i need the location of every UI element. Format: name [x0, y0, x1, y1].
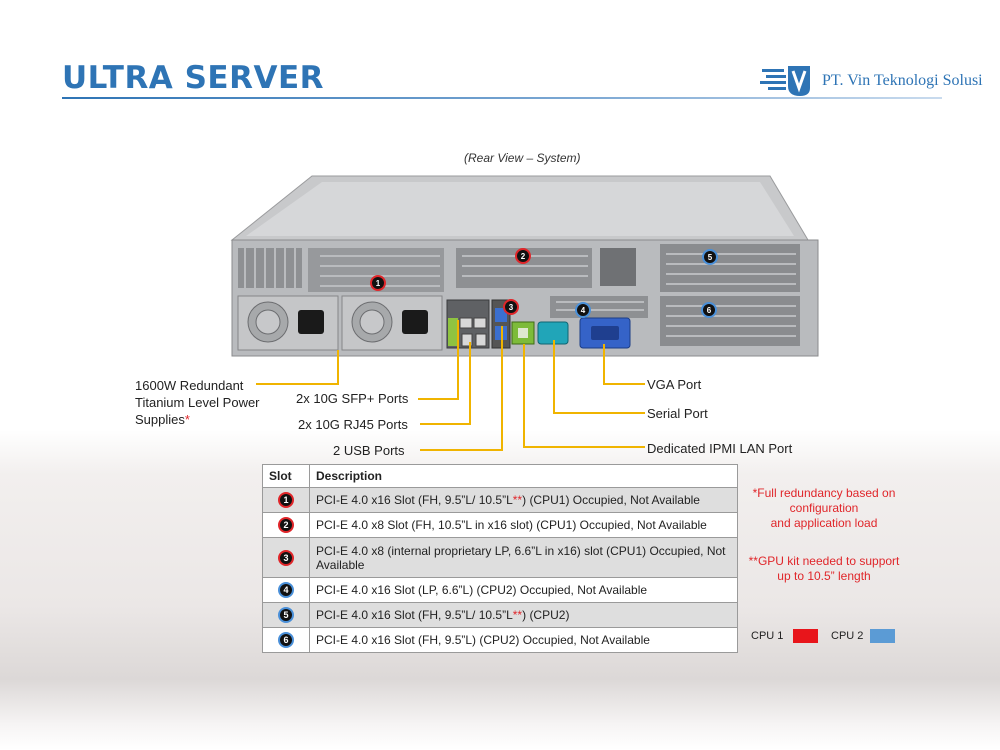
slot-description: PCI-E 4.0 x16 Slot (FH, 9.5”L/ 10.5”L**)… — [309, 602, 738, 628]
slot-marker-2-label: 2 — [521, 252, 526, 261]
table-header-row: Slot Description — [262, 464, 738, 488]
callout-ipmi-port: Dedicated IPMI LAN Port — [647, 441, 793, 456]
psu-asterisk: * — [184, 412, 190, 427]
slot-marker-1: 1 — [370, 275, 386, 291]
slot-description: PCI-E 4.0 x16 Slot (FH, 9.5”L) (CPU2) Oc… — [309, 627, 738, 653]
callout-vga-port: VGA Port — [647, 377, 702, 392]
slot-description: PCI-E 4.0 x16 Slot (LP, 6.6”L) (CPU2) Oc… — [309, 577, 738, 603]
slot-marker-6-label: 6 — [707, 306, 712, 315]
callout-power-supplies: 1600W Redundant Titanium Level Power Sup… — [135, 377, 275, 428]
callout-usb-ports: 2 USB Ports — [333, 443, 405, 458]
table-row: 6 PCI-E 4.0 x16 Slot (FH, 9.5”L) (CPU2) … — [262, 627, 738, 653]
slot-marker-4-label: 4 — [581, 306, 586, 315]
table-row: 5 PCI-E 4.0 x16 Slot (FH, 9.5”L/ 10.5”L*… — [262, 602, 738, 628]
table-row: 3 PCI-E 4.0 x8 (internal proprietary LP,… — [262, 537, 738, 578]
slot-badge: 6 — [278, 632, 294, 648]
footnote-gpu-kit: **GPU kit needed to support up to 10.5” … — [748, 554, 900, 583]
slot-marker-1-label: 1 — [376, 279, 381, 288]
psu-line-3: Supplies — [135, 412, 185, 427]
slot-marker-6: 6 — [701, 302, 717, 318]
slot-badge: 1 — [278, 492, 294, 508]
table-row: 1 PCI-E 4.0 x16 Slot (FH, 9.5”L/ 10.5”L*… — [262, 487, 738, 513]
table-row: 2 PCI-E 4.0 x8 Slot (FH, 10.5”L in x16 s… — [262, 512, 738, 538]
slot-description: PCI-E 4.0 x8 (internal proprietary LP, 6… — [309, 537, 738, 578]
callout-serial-port: Serial Port — [647, 406, 708, 421]
slot-marker-5-label: 5 — [708, 253, 713, 262]
slot-marker-3: 3 — [503, 299, 519, 315]
legend-cpu2-swatch — [870, 629, 895, 643]
header-description: Description — [309, 464, 738, 488]
slot-description: PCI-E 4.0 x8 Slot (FH, 10.5”L in x16 slo… — [309, 512, 738, 538]
legend-cpu1-label: CPU 1 — [751, 630, 784, 642]
psu-line-2: Titanium Level Power — [135, 395, 260, 410]
slot-description: PCI-E 4.0 x16 Slot (FH, 9.5”L/ 10.5”L**)… — [309, 487, 738, 513]
slot-badge: 4 — [278, 582, 294, 598]
slot-marker-2: 2 — [515, 248, 531, 264]
slot-badge: 5 — [278, 607, 294, 623]
table-row: 4 PCI-E 4.0 x16 Slot (LP, 6.6”L) (CPU2) … — [262, 577, 738, 603]
psu-line-1: 1600W Redundant — [135, 378, 244, 393]
slot-marker-4: 4 — [575, 302, 591, 318]
slot-marker-5: 5 — [702, 249, 718, 265]
slot-marker-3-label: 3 — [509, 303, 514, 312]
callout-rj45-ports: 2x 10G RJ45 Ports — [298, 417, 408, 432]
slot-badge: 2 — [278, 517, 294, 533]
callout-sfp-ports: 2x 10G SFP+ Ports — [296, 391, 409, 406]
slot-badge: 3 — [278, 549, 294, 566]
footnote-redundancy: *Full redundancy based on configuration … — [752, 486, 896, 530]
pcie-slot-table: Slot Description 1 PCI-E 4.0 x16 Slot (F… — [262, 464, 738, 653]
header-slot: Slot — [262, 464, 310, 488]
legend-cpu1-swatch — [793, 629, 818, 643]
legend-cpu2-label: CPU 2 — [831, 630, 864, 642]
